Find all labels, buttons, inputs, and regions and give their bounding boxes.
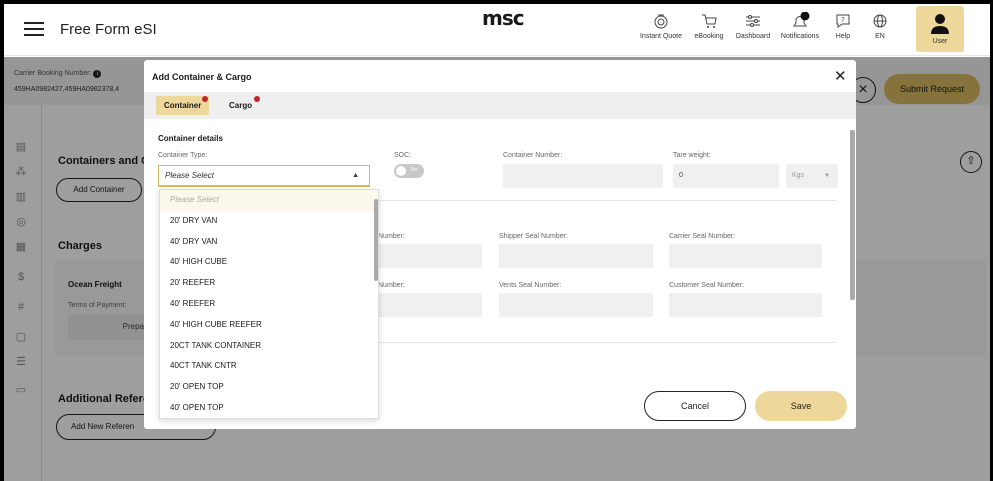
container-number-label: Container Number: — [503, 152, 563, 159]
nav-notifications[interactable]: Notifications — [777, 12, 823, 40]
weight-unit-select[interactable]: Kgs ▼ — [786, 164, 838, 188]
cart-icon — [702, 14, 717, 28]
dropdown-option[interactable]: 40' OPEN TOP — [160, 398, 378, 418]
divider — [376, 200, 836, 201]
user-menu-button[interactable]: User — [916, 6, 964, 52]
app-title: Free Form eSI — [60, 21, 157, 38]
carrier-seal-label: Carrier Seal Number: — [669, 233, 736, 240]
svg-text:?: ? — [841, 16, 845, 24]
close-icon[interactable]: ✕ — [834, 67, 847, 85]
dropdown-option[interactable]: 40' HIGH CUBE — [160, 252, 378, 273]
vents-seal-label: Vents Seal Number: — [499, 282, 562, 289]
error-dot-icon — [202, 96, 209, 102]
bell-icon — [793, 12, 810, 27]
dropdown-option[interactable]: 40' HIGH CUBE REEFER — [160, 315, 378, 336]
shipper-seal-label: Shipper Seal Number: — [499, 233, 568, 240]
dashboard-icon — [746, 15, 760, 27]
error-dot-icon — [254, 96, 261, 102]
soc-label: SOC: — [394, 152, 412, 159]
hamburger-menu-icon[interactable] — [24, 22, 44, 36]
nav-ebooking[interactable]: eBooking — [689, 12, 729, 40]
tab-container[interactable]: Container — [156, 96, 210, 115]
tare-weight-label: Tare weight: — [673, 152, 711, 159]
tab-cargo[interactable]: Cargo — [221, 96, 261, 115]
dropdown-option[interactable]: 40' REEFER — [160, 294, 378, 315]
soc-toggle[interactable]: No — [394, 164, 424, 178]
dropdown-option[interactable]: Please Select — [160, 190, 378, 211]
save-button[interactable]: Save — [755, 391, 847, 421]
dropdown-option[interactable]: 40CT TANK CNTR — [160, 356, 378, 377]
help-icon: ? — [836, 14, 850, 28]
dropdown-option[interactable]: 40' DRY VAN — [160, 232, 378, 253]
caret-up-icon: ▲ — [352, 172, 359, 179]
user-icon — [931, 14, 949, 34]
shipper-seal-input[interactable] — [499, 244, 653, 268]
msc-logo[interactable]: msc — [482, 8, 525, 48]
container-type-dropdown: Please Select 20' DRY VAN 40' DRY VAN 40… — [159, 189, 379, 419]
divider — [376, 342, 836, 343]
tare-weight-input[interactable]: 0 — [673, 164, 779, 188]
modal-title: Add Container & Cargo — [152, 72, 252, 82]
add-container-modal: Add Container & Cargo ✕ Container Cargo … — [144, 60, 856, 429]
seal-number-label: Number: — [378, 233, 405, 240]
container-type-label: Container Type: — [158, 152, 208, 159]
container-details-heading: Container details — [158, 134, 223, 143]
globe-icon — [873, 14, 887, 28]
seal-number-label-2: Number: — [378, 282, 405, 289]
customer-seal-label: Customer Seal Number: — [669, 282, 745, 289]
modal-scrollbar[interactable] — [850, 130, 855, 300]
cancel-button[interactable]: Cancel — [644, 391, 746, 421]
dropdown-option[interactable]: 20CT TANK CONTAINER — [160, 336, 378, 357]
dropdown-option[interactable]: 20' OPEN TOP — [160, 377, 378, 398]
modal-tabs: Container Cargo — [144, 92, 856, 119]
dropdown-option[interactable]: 20' REEFER — [160, 273, 378, 294]
nav-dashboard[interactable]: Dashboard — [732, 12, 774, 40]
seal-number-input[interactable] — [378, 244, 482, 268]
customer-seal-input[interactable] — [669, 293, 822, 317]
app-frame: Free Form eSI msc Instant Quote eBooking… — [4, 4, 990, 481]
container-number-input[interactable] — [503, 164, 663, 188]
seal-number-input-2[interactable] — [378, 293, 482, 317]
nav-instant-quote[interactable]: Instant Quote — [638, 12, 684, 40]
dropdown-scrollbar[interactable] — [374, 199, 378, 281]
instant-quote-icon — [654, 14, 668, 29]
carrier-seal-input[interactable] — [669, 244, 822, 268]
nav-language[interactable]: EN — [870, 12, 890, 40]
vents-seal-input[interactable] — [499, 293, 653, 317]
dropdown-option[interactable]: 20' DRY VAN — [160, 211, 378, 232]
container-type-select[interactable]: Please Select ▲ — [158, 165, 370, 187]
caret-down-icon: ▼ — [824, 173, 830, 179]
top-bar: Free Form eSI msc Instant Quote eBooking… — [4, 4, 990, 56]
nav-help[interactable]: ? Help — [830, 12, 856, 40]
